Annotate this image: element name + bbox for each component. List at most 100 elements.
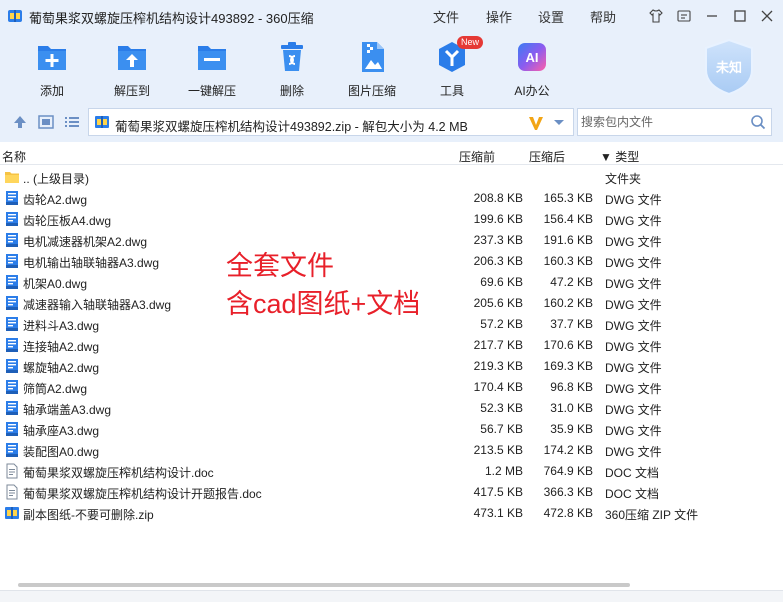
file-type: DWG 文件 — [605, 403, 662, 417]
file-size-compressed: 217.7 KB — [473, 338, 523, 352]
minimize-button[interactable] — [702, 6, 722, 26]
file-row[interactable]: 轴承端盖A3.dwg 52.3 KB 31.0 KB DWG 文件 — [0, 398, 783, 419]
file-size-compressed: 199.6 KB — [473, 212, 523, 226]
file-size-original: 37.7 KB — [550, 317, 593, 331]
search-input[interactable] — [578, 109, 743, 135]
file-type: DWG 文件 — [605, 382, 662, 396]
menu-help[interactable]: 帮助 — [590, 7, 616, 26]
file-type: DWG 文件 — [605, 277, 662, 291]
file-size-original: 366.3 KB — [543, 485, 593, 499]
up-arrow-icon[interactable] — [11, 113, 29, 131]
ai-office-icon: AI — [515, 40, 549, 74]
menu-settings[interactable]: 设置 — [538, 7, 564, 26]
file-type: DWG 文件 — [605, 193, 662, 207]
dwg-file-icon — [4, 421, 20, 437]
path-field[interactable]: 葡萄果浆双螺旋压榨机结构设计493892.zip - 解包大小为 4.2 MB — [88, 108, 574, 136]
file-size-compressed: 69.6 KB — [480, 275, 523, 289]
dwg-file-icon — [4, 211, 20, 227]
file-size-original: 160.2 KB — [543, 296, 593, 310]
maximize-icon — [734, 10, 746, 22]
file-size-original: 472.8 KB — [543, 506, 593, 520]
skin-button[interactable] — [646, 6, 666, 26]
file-type: 文件夹 — [605, 172, 642, 186]
file-name: 葡萄果浆双螺旋压榨机结构设计.doc — [23, 466, 214, 480]
add-icon — [35, 40, 69, 74]
dwg-file-icon — [4, 400, 20, 416]
ai-office-button[interactable]: AI AI办公 — [494, 38, 570, 98]
file-row[interactable]: 轴承座A3.dwg 56.7 KB 35.9 KB DWG 文件 — [0, 419, 783, 440]
file-type: DWG 文件 — [605, 361, 662, 375]
file-name: 齿轮A2.dwg — [23, 193, 88, 207]
column-name[interactable]: 名称 — [2, 148, 26, 165]
extract-to-icon — [115, 40, 149, 74]
column-type[interactable]: ▼ 类型 — [600, 148, 639, 165]
status-bar — [0, 590, 783, 602]
one-click-extract-button[interactable]: 一键解压 — [174, 38, 250, 98]
overlay-line-1: 全套文件 — [226, 251, 334, 281]
file-type: DWG 文件 — [605, 340, 662, 354]
file-size-compressed: 208.8 KB — [473, 191, 523, 205]
file-row[interactable]: 葡萄果浆双螺旋压榨机结构设计开题报告.doc 417.5 KB 366.3 KB DO… — [0, 482, 783, 503]
file-size-compressed: 206.3 KB — [473, 254, 523, 268]
dwg-file-icon — [4, 253, 20, 269]
image-compress-icon — [355, 40, 389, 74]
image-compress-button[interactable]: 图片压缩 — [334, 38, 410, 98]
file-size-original: 96.8 KB — [550, 380, 593, 394]
extract-to-button[interactable]: 解压到 — [94, 38, 170, 98]
zip-archive-icon — [4, 505, 20, 521]
file-row[interactable]: 齿轮压板A4.dwg 199.6 KB 156.4 KB DWG 文件 — [0, 209, 783, 230]
zip-archive-icon — [95, 116, 109, 128]
file-row[interactable]: .. (上级目录) 文件夹 — [0, 167, 783, 188]
file-type: DWG 文件 — [605, 214, 662, 228]
file-type: 360压缩 ZIP 文件 — [605, 508, 699, 522]
add-button[interactable]: 添加 — [14, 38, 90, 98]
column-compressed[interactable]: 压缩前 — [459, 148, 495, 165]
minimize-icon — [707, 15, 717, 17]
file-row[interactable]: 齿轮A2.dwg 208.8 KB 165.3 KB DWG 文件 — [0, 188, 783, 209]
v-logo-icon[interactable] — [527, 114, 545, 132]
account-shield-icon[interactable]: 未知 — [702, 38, 756, 96]
search-icon[interactable] — [750, 114, 766, 130]
file-size-compressed: 57.2 KB — [480, 317, 523, 331]
feedback-button[interactable] — [674, 6, 694, 26]
trash-icon — [275, 40, 309, 74]
file-size-compressed: 213.5 KB — [473, 443, 523, 457]
file-size-original: 170.6 KB — [543, 338, 593, 352]
dwg-file-icon — [4, 442, 20, 458]
file-name: 电机减速器机架A2.dwg — [23, 235, 148, 249]
tools-button[interactable]: New 工具 — [414, 36, 490, 98]
file-row[interactable]: 筛筒A2.dwg 170.4 KB 96.8 KB DWG 文件 — [0, 377, 783, 398]
chevron-down-icon[interactable] — [553, 119, 565, 127]
file-type: DWG 文件 — [605, 424, 662, 438]
file-size-original: 47.2 KB — [550, 275, 593, 289]
close-button[interactable] — [757, 6, 777, 26]
file-row[interactable]: 连接轴A2.dwg 217.7 KB 170.6 KB DWG 文件 — [0, 335, 783, 356]
address-bar: 葡萄果浆双螺旋压榨机结构设计493892.zip - 解包大小为 4.2 MB — [0, 102, 783, 142]
list-view-icon[interactable] — [63, 113, 81, 131]
file-size-compressed: 52.3 KB — [480, 401, 523, 415]
horizontal-scrollbar[interactable] — [18, 583, 630, 587]
delete-button[interactable]: 删除 — [254, 38, 330, 98]
file-type: DOC 文档 — [605, 487, 660, 501]
image-compress-label: 图片压缩 — [347, 84, 396, 98]
menu-operation[interactable]: 操作 — [486, 7, 512, 26]
dwg-file-icon — [4, 232, 20, 248]
file-size-compressed: 56.7 KB — [480, 422, 523, 436]
window-title: 葡萄果浆双螺旋压榨机结构设计493892 - 360压缩 — [29, 11, 314, 26]
file-name: 进料斗A3.dwg — [23, 319, 100, 333]
title-bar: 葡萄果浆双螺旋压榨机结构设计493892 - 360压缩 文件 操作 设置 帮助 — [0, 0, 783, 32]
thumbnail-view-icon[interactable] — [37, 113, 55, 131]
column-original[interactable]: 压缩后 — [529, 148, 565, 165]
ai-office-label: AI办公 — [514, 84, 550, 98]
maximize-button[interactable] — [730, 6, 750, 26]
file-name: 齿轮压板A4.dwg — [23, 214, 112, 228]
one-click-extract-icon — [195, 40, 229, 74]
file-row[interactable]: 螺旋轴A2.dwg 219.3 KB 169.3 KB DWG 文件 — [0, 356, 783, 377]
app-logo-icon — [8, 10, 22, 22]
file-row[interactable]: 葡萄果浆双螺旋压榨机结构设计.doc 1.2 MB 764.9 KB DOC 文档 — [0, 461, 783, 482]
file-row[interactable]: 装配图A0.dwg 213.5 KB 174.2 KB DWG 文件 — [0, 440, 783, 461]
file-size-compressed: 417.5 KB — [473, 485, 523, 499]
file-row[interactable]: 副本图纸-不要可删除.zip 473.1 KB 472.8 KB 360压缩 ZIP … — [0, 503, 783, 524]
menu-file[interactable]: 文件 — [433, 7, 459, 26]
file-type: DWG 文件 — [605, 445, 662, 459]
